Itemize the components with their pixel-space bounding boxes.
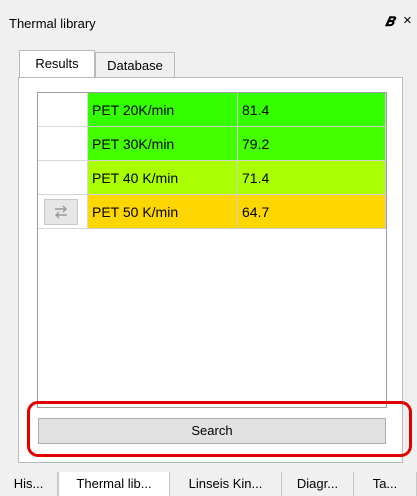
tab-database[interactable]: Database [95,52,175,77]
table-row[interactable]: PET 20K/min 81.4 [38,93,386,127]
compare-arrows-icon[interactable] [44,199,78,225]
result-value: 71.4 [238,161,386,195]
tab-table[interactable]: Ta... [354,472,417,496]
close-icon[interactable]: × [403,12,412,29]
tab-thermal-library[interactable]: Thermal lib... [58,472,170,496]
tab-results[interactable]: Results [19,50,95,77]
result-value: 81.4 [238,93,386,127]
row-icon-cell [38,161,88,195]
search-highlight [27,401,412,457]
panel-title: Thermal library [9,16,96,31]
panel-titlebar: Thermal library 𝑩 × [0,0,417,34]
float-dock-icon[interactable]: 𝑩 [385,14,394,30]
results-table: PET 20K/min 81.4 PET 30K/min 79.2 PET 40… [37,92,387,408]
tab-history[interactable]: His... [0,472,58,496]
table-row[interactable]: PET 50 K/min 64.7 [38,195,386,229]
result-name: PET 50 K/min [88,195,238,229]
row-icon-cell [38,127,88,161]
result-value: 64.7 [238,195,386,229]
tab-linseis-kinetics[interactable]: Linseis Kin... [170,472,282,496]
result-name: PET 20K/min [88,93,238,127]
tab-diagram[interactable]: Diagr... [282,472,354,496]
result-name: PET 30K/min [88,127,238,161]
row-icon-cell [38,195,88,229]
table-row[interactable]: PET 40 K/min 71.4 [38,161,386,195]
result-name: PET 40 K/min [88,161,238,195]
row-icon-cell [38,93,88,127]
result-value: 79.2 [238,127,386,161]
bottom-tab-bar: His... Thermal lib... Linseis Kin... Dia… [0,472,417,496]
table-row[interactable]: PET 30K/min 79.2 [38,127,386,161]
